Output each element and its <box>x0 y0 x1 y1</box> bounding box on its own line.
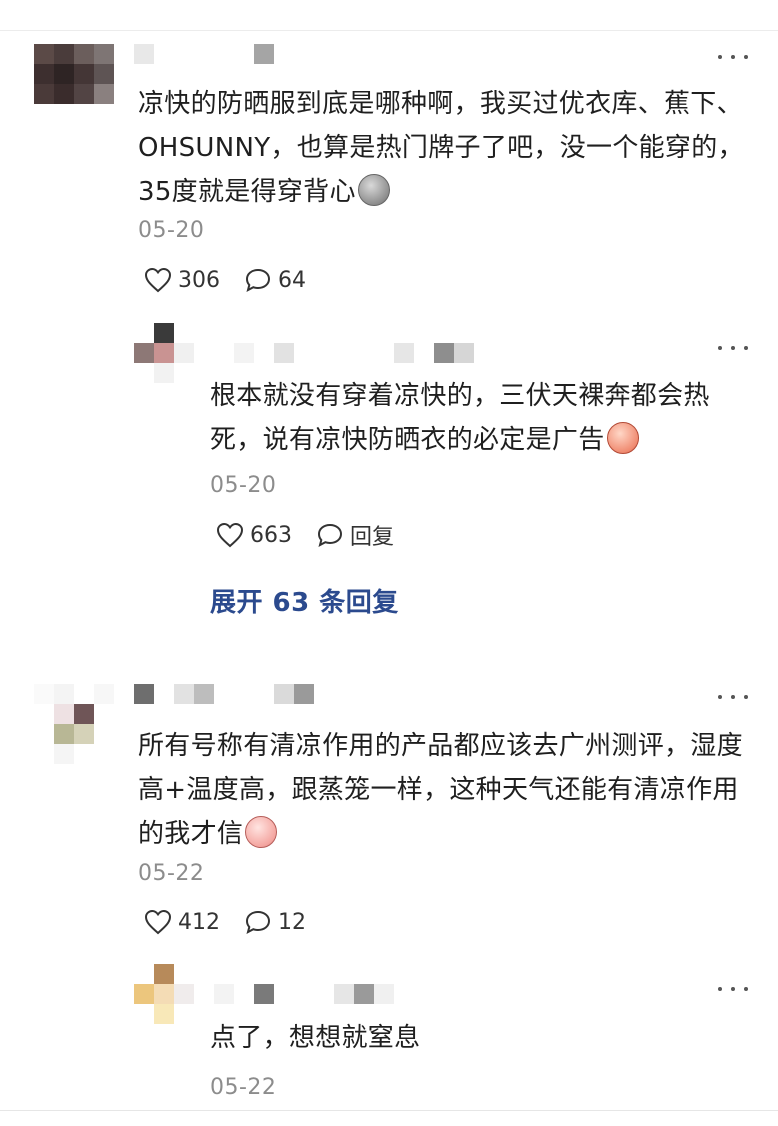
reply-date: 05-20 <box>210 473 277 498</box>
comment-text: 所有号称有清凉作用的产品都应该去广州测评，湿度高+温度高，跟蒸笼一样，这种天气还… <box>138 731 743 849</box>
heart-icon <box>144 267 172 293</box>
avatar[interactable] <box>34 684 114 764</box>
like-button[interactable]: 663 <box>216 522 292 548</box>
comment-actions: 412 12 <box>144 907 330 937</box>
username-blurred[interactable] <box>234 343 474 363</box>
more-options-icon[interactable] <box>718 52 748 62</box>
like-button[interactable]: 412 <box>144 909 220 935</box>
comment-text: 凉快的防晒服到底是哪种啊，我买过优衣库、蕉下、OHSUNNY，也算是热门牌子了吧… <box>138 89 744 207</box>
reply-count-button[interactable]: 64 <box>244 267 306 293</box>
reply-date: 05-22 <box>210 1075 277 1100</box>
username-blurred[interactable] <box>214 984 394 1004</box>
comment-date: 05-22 <box>138 861 205 886</box>
bottom-divider <box>0 1110 778 1111</box>
avatar[interactable] <box>134 964 194 1024</box>
comment-bubble-icon <box>317 523 343 547</box>
username-blurred[interactable] <box>134 44 284 64</box>
reply-button[interactable]: 回复 <box>316 519 394 551</box>
comment-bubble-icon <box>245 268 271 292</box>
comment-date: 05-20 <box>138 218 205 243</box>
comment-actions: 306 64 <box>144 265 330 295</box>
reply-text: 根本就没有穿着凉快的，三伏天裸奔都会热死，说有凉快防晒衣的必定是广告 <box>210 381 710 455</box>
like-count: 306 <box>178 267 220 293</box>
heart-icon <box>216 522 244 548</box>
reply-count: 12 <box>278 909 306 935</box>
reply-count-button[interactable]: 12 <box>244 909 306 935</box>
reply-label: 回复 <box>350 525 395 550</box>
like-count: 412 <box>178 909 220 935</box>
more-options-icon[interactable] <box>718 984 748 994</box>
grey-face-emoji <box>357 174 390 206</box>
comment-bubble-icon <box>245 910 271 934</box>
like-button[interactable]: 306 <box>144 267 220 293</box>
username-blurred[interactable] <box>134 684 334 704</box>
sweating-face-emoji <box>245 816 278 848</box>
reply-count: 64 <box>278 267 306 293</box>
expand-replies-link[interactable]: 展开 63 条回复 <box>210 582 399 619</box>
like-count: 663 <box>250 522 292 548</box>
top-divider <box>0 30 778 31</box>
avatar[interactable] <box>34 44 114 104</box>
reply-text: 点了，想想就窒息 <box>210 1023 421 1053</box>
avatar[interactable] <box>134 323 194 383</box>
crying-face-emoji <box>606 422 639 454</box>
reply-actions: 663 回复 <box>216 520 418 550</box>
more-options-icon[interactable] <box>718 692 748 702</box>
heart-icon <box>144 909 172 935</box>
more-options-icon[interactable] <box>718 343 748 353</box>
